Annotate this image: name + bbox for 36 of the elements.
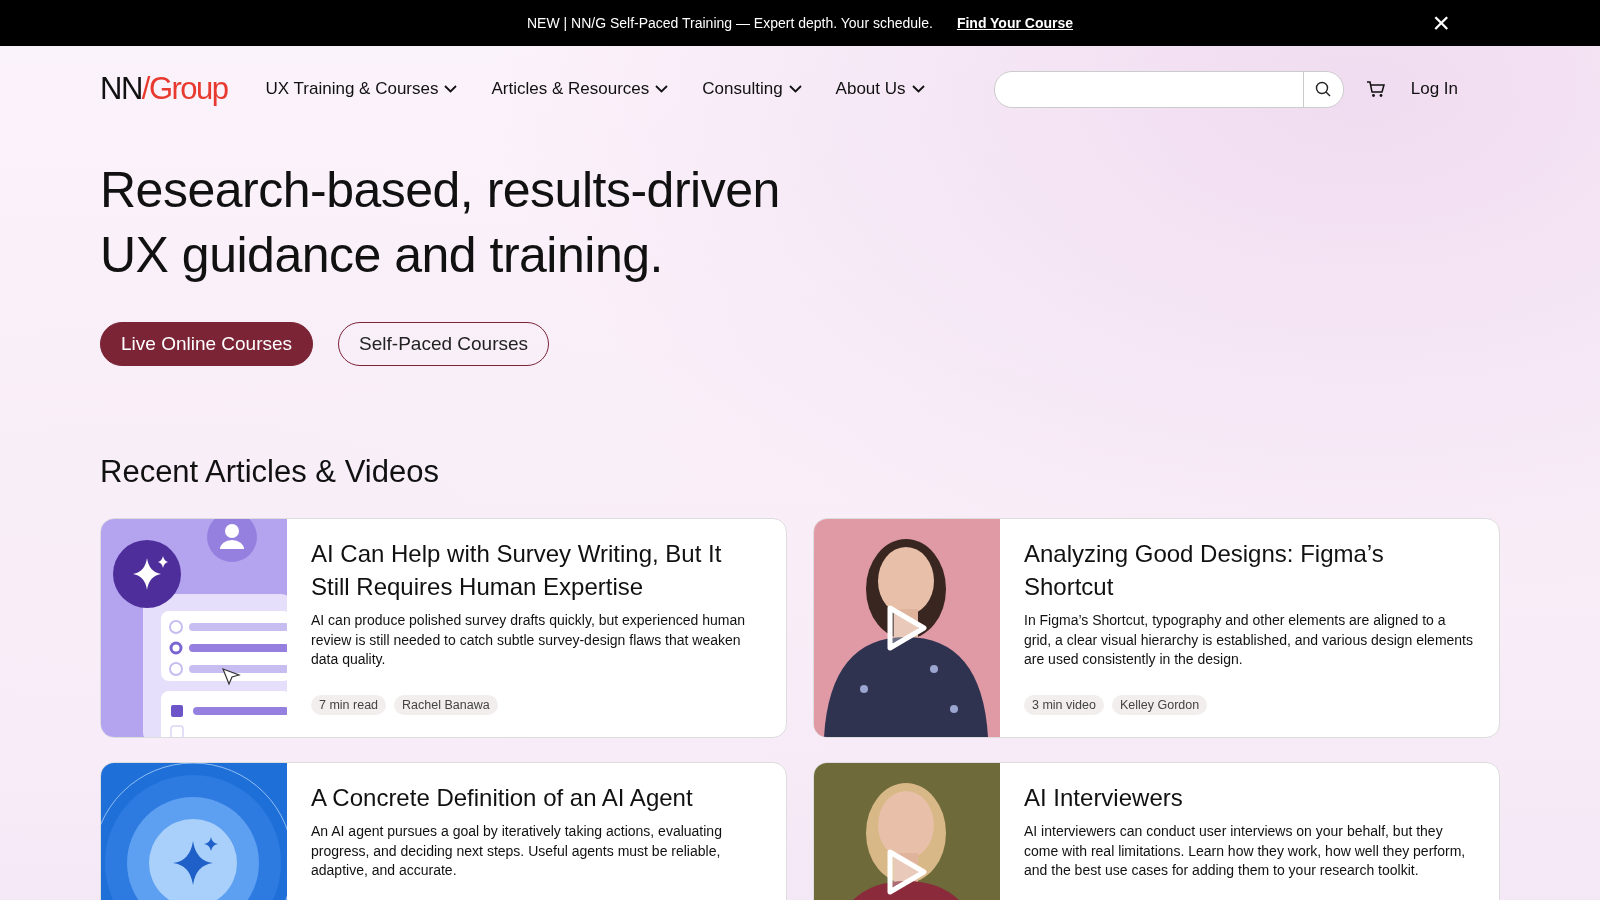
close-button[interactable]: × — [1432, 8, 1450, 38]
login-link[interactable]: Log In — [1410, 79, 1458, 99]
play-icon[interactable] — [886, 849, 928, 895]
nav-item[interactable]: Articles & Resources — [491, 79, 669, 99]
search-field[interactable] — [993, 70, 1344, 108]
chevron-down-icon — [444, 85, 458, 93]
nav-item[interactable]: UX Training & Courses — [265, 79, 458, 99]
chevron-down-icon — [655, 85, 669, 93]
card-tag: 3 min video — [1024, 695, 1104, 715]
card-summary: AI can produce polished survey drafts quickly, but experienced human review is still needed to catch subtle survey-design flaws that weaken data quality. — [311, 611, 746, 669]
section-title: Recent Articles & Videos — [100, 454, 440, 490]
announcement-link[interactable]: Find Your Course — [956, 15, 1074, 31]
card-tag: 7 min read — [311, 695, 387, 715]
chevron-down-icon — [911, 85, 925, 93]
primary-button[interactable]: Live Online Courses — [100, 322, 314, 366]
chevron-down-icon — [788, 85, 802, 93]
card-tag: Kelley Gordon — [1111, 695, 1208, 715]
play-icon[interactable] — [886, 605, 928, 651]
card-title[interactable]: AI Can Help with Survey Writing, But It Still Requires Human Expertise — [311, 537, 762, 603]
card-summary: AI interviewers can conduct user interviews on your behalf, but they come with real limitations. Learn how they work, how well they perform, and the best use cases for adding them to your research toolkit. — [1024, 822, 1467, 880]
card-title[interactable]: A Concrete Definition of an AI Agent — [311, 781, 762, 814]
article-card[interactable] — [100, 518, 787, 738]
article-card[interactable] — [813, 518, 1500, 738]
nav-item[interactable]: About Us — [835, 79, 925, 99]
card-title[interactable]: Analyzing Good Designs: Figma’s Shortcut — [1024, 537, 1475, 603]
card-tag: Rachel Banawa — [394, 695, 498, 715]
card-summary: An AI agent pursues a goal by iteratively taking actions, evaluating progress, and deciding next steps. Useful agents must be reliable, adaptive, and accurate. — [311, 822, 723, 880]
announcement-text: NEW | NN/G Self-Paced Training — Expert depth. Your schedule. — [526, 15, 933, 31]
cart-icon[interactable] — [1365, 80, 1385, 98]
nav-item[interactable]: Consulting — [702, 79, 802, 99]
logo[interactable]: NN/Group — [100, 71, 228, 107]
article-card[interactable]: A Concrete Definition of an AI Agent An AI agent pursues a goal by iteratively taking actions, evaluating progress, and deciding next steps. Useful agents must be reliable, adaptive, and accurate. — [100, 762, 787, 900]
hero-title: Research-based, results-driven UX guidance and training. — [100, 161, 781, 285]
search-icon — [1315, 81, 1332, 97]
card-summary: In Figma’s Shortcut, typography and other elements are aligned to a grid, a clear visual hierarchy is established, and various design elements are used consistently in the design. — [1024, 611, 1474, 669]
card-title[interactable]: AI Interviewers — [1024, 781, 1475, 814]
